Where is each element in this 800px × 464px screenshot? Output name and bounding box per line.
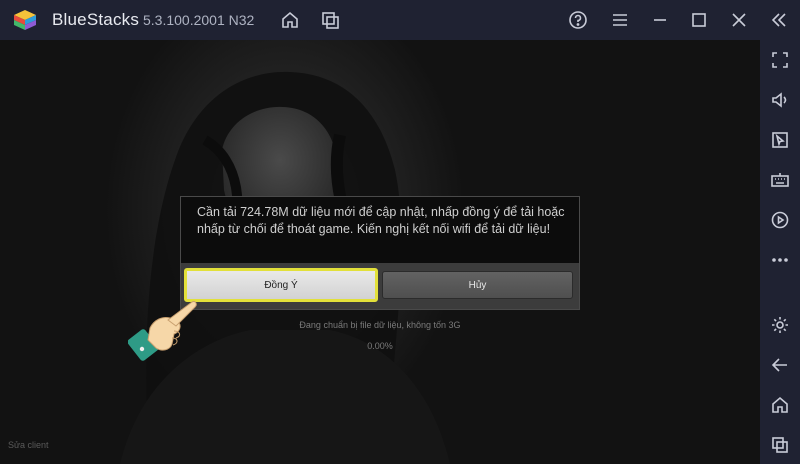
close-icon	[732, 13, 746, 27]
right-sidebar	[760, 40, 800, 464]
confirm-button[interactable]: Đồng Ý	[184, 268, 378, 302]
menu-button[interactable]	[608, 8, 632, 32]
help-icon	[569, 11, 587, 29]
cancel-button[interactable]: Hủy	[382, 271, 573, 299]
fullscreen-button[interactable]	[768, 48, 792, 72]
help-button[interactable]	[566, 8, 590, 32]
collapse-sidebar-button[interactable]	[767, 8, 791, 32]
bluestacks-logo-icon	[14, 10, 36, 30]
home-icon	[772, 396, 788, 413]
android-home-button[interactable]	[768, 393, 792, 417]
maximize-button[interactable]	[687, 8, 711, 32]
record-icon	[771, 211, 789, 229]
volume-icon	[772, 92, 787, 108]
settings-icon	[772, 317, 788, 333]
update-dialog: Cần tải 724.78M dữ liệu mới để cập nhật,…	[180, 196, 580, 310]
multi-instance-icon	[322, 12, 339, 29]
app-version: 5.3.100.2001 N32	[143, 12, 255, 28]
dialog-button-bar: Đồng Ý Hủy	[181, 263, 579, 309]
pointer-icon	[772, 132, 788, 148]
loading-percent: 0.00%	[367, 341, 393, 351]
pointing-hand-icon	[128, 301, 197, 361]
minimize-icon	[654, 19, 666, 21]
repair-client-link[interactable]: Sửa client	[8, 440, 49, 450]
record-button[interactable]	[768, 208, 792, 232]
more-button[interactable]	[768, 248, 792, 272]
settings-button[interactable]	[768, 313, 792, 337]
minimize-button[interactable]	[648, 8, 672, 32]
close-button[interactable]	[727, 8, 751, 32]
dialog-message: Cần tải 724.78M dữ liệu mới để cập nhật,…	[197, 205, 565, 236]
loading-status-text: Đang chuẩn bị file dữ liệu, không tốn 3G	[299, 320, 461, 330]
home-button[interactable]	[278, 8, 302, 32]
back-button[interactable]	[768, 353, 792, 377]
bluestacks-window: BlueStacks 5.3.100.2001 N32 Đang chuẩn b…	[0, 0, 800, 464]
back-icon	[771, 358, 787, 372]
fullscreen-icon	[772, 52, 788, 68]
app-title: BlueStacks	[52, 10, 140, 29]
multi-instance-button[interactable]	[318, 8, 342, 32]
maximize-icon	[692, 13, 706, 27]
title-bar: BlueStacks 5.3.100.2001 N32	[0, 0, 800, 40]
pointer-button[interactable]	[768, 128, 792, 152]
home-icon	[282, 11, 298, 28]
more-icon	[772, 258, 788, 262]
keyboard-icon	[771, 173, 789, 187]
collapse-sidebar-icon	[771, 13, 786, 27]
volume-button[interactable]	[768, 88, 792, 112]
menu-icon	[613, 14, 627, 26]
keyboard-button[interactable]	[768, 168, 792, 192]
recent-apps-button[interactable]	[768, 433, 792, 457]
recent-apps-icon	[772, 437, 788, 453]
